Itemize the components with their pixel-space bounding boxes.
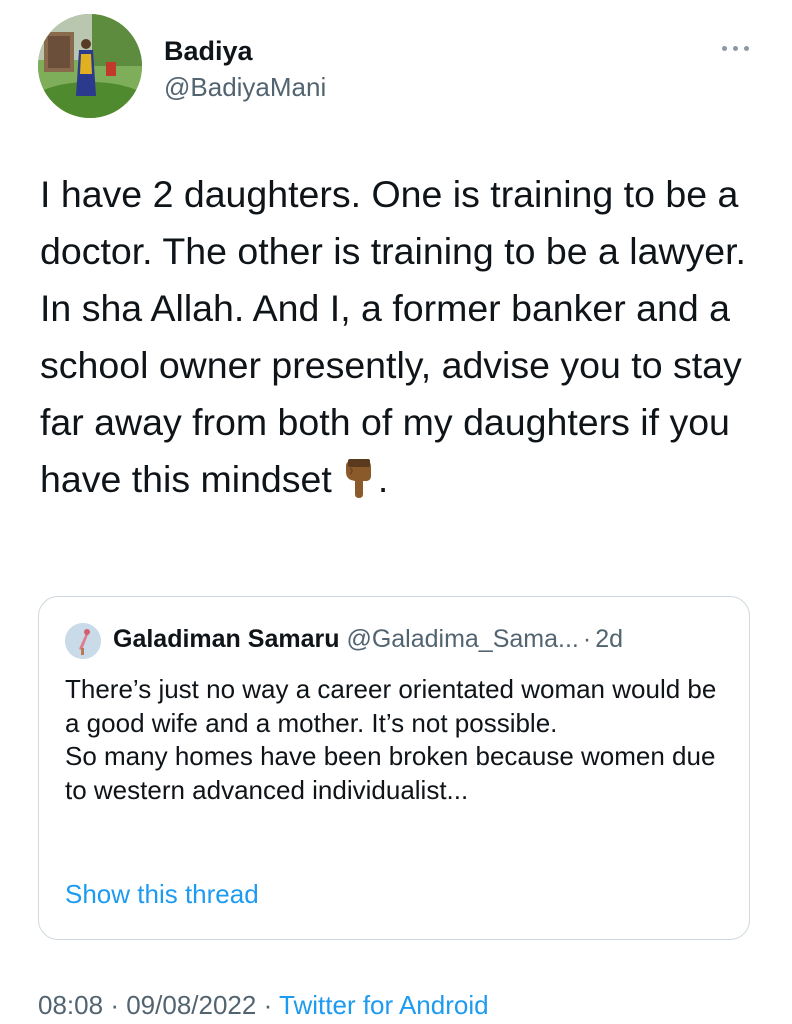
meta-separator: · xyxy=(263,990,273,1020)
quoted-author-handle: @Galadima_Sama... xyxy=(346,625,579,653)
quoted-tweet-card[interactable]: Galadiman Samaru @Galadima_Sama... · 2d Th… xyxy=(38,596,750,940)
tweet-source-link[interactable]: Twitter for Android xyxy=(279,990,489,1020)
author-display-name[interactable]: Badiya xyxy=(164,36,253,67)
meta-separator: · xyxy=(110,990,119,1020)
show-thread-link[interactable]: Show this thread xyxy=(65,879,259,910)
tweet-time[interactable]: 08:08 xyxy=(38,990,103,1020)
tweet-meta: 08:08 · 09/08/2022 · Twitter for Android xyxy=(38,990,489,1021)
tweet-date[interactable]: 09/08/2022 xyxy=(126,990,256,1020)
author-avatar[interactable] xyxy=(38,14,142,118)
quoted-author-avatar xyxy=(65,623,101,659)
quoted-timestamp: 2d xyxy=(595,625,623,653)
more-horizontal-icon-dot xyxy=(744,46,749,51)
tweet-text-body: I have 2 daughters. One is training to b… xyxy=(40,173,746,500)
quoted-author-name: Galadiman Samaru xyxy=(113,625,340,653)
tweet-text-trailing: . xyxy=(377,458,389,500)
quoted-tweet-header: Galadiman Samaru @Galadima_Sama... · 2d xyxy=(113,625,623,654)
tweet-text: I have 2 daughters. One is training to b… xyxy=(40,166,770,514)
quoted-tweet-text: There’s just no way a career orientated … xyxy=(65,674,717,805)
backhand-index-pointing-down-icon xyxy=(344,457,374,514)
more-horizontal-icon xyxy=(722,46,727,51)
quoted-separator: · xyxy=(582,625,592,653)
more-horizontal-icon-dot xyxy=(733,46,738,51)
more-options-button[interactable] xyxy=(716,30,756,64)
author-handle[interactable]: @BadiyaMani xyxy=(164,72,326,103)
